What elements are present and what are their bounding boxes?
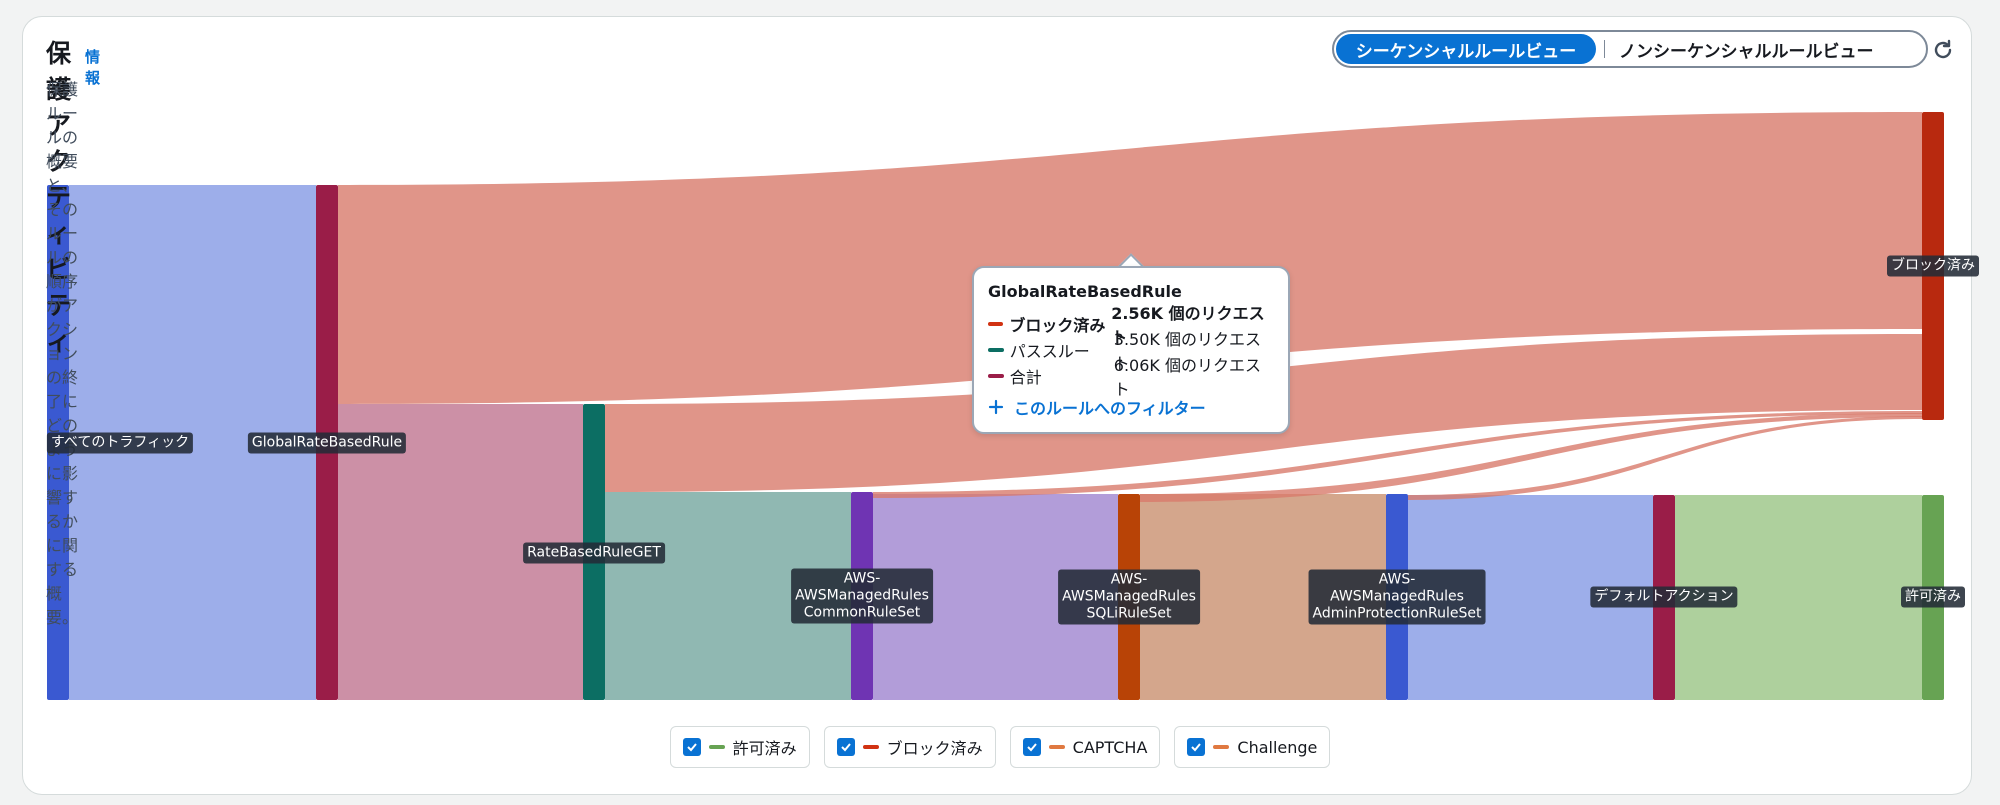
- legend-label: ブロック済み: [886, 739, 983, 758]
- node-label-common: AWS- AWSManagedRules CommonRuleSet: [791, 568, 933, 624]
- refresh-button[interactable]: [1925, 32, 1961, 68]
- legend-item-challenge[interactable]: Challenge: [1174, 726, 1331, 768]
- non-sequential-view-label: ノンシーケンシャルルールビュー: [1619, 41, 1874, 62]
- blocked-swatch: [988, 322, 1004, 326]
- rule-tooltip: GlobalRateBasedRule ブロック済み 2.56K 個のリクエスト…: [972, 266, 1290, 434]
- checkbox-checked-icon[interactable]: [1022, 738, 1041, 756]
- legend-label: CAPTCHA: [1072, 737, 1148, 757]
- flow-admin-to-blocked[interactable]: [1408, 416, 1922, 500]
- checkbox-checked-icon[interactable]: [682, 738, 701, 756]
- tooltip-row-value: 6.06K 個のリクエスト: [1113, 356, 1261, 399]
- legend-swatch: [708, 745, 725, 749]
- filter-label: このルールへのフィルター: [1014, 399, 1206, 418]
- node-label-blocked: ブロック済み: [1887, 255, 1979, 277]
- legend-swatch: [1048, 745, 1065, 749]
- tooltip-row-name: パススルー: [1009, 342, 1090, 361]
- legend: 許可済み ブロック済み CAPTCHA Challenge: [0, 726, 2000, 768]
- node-label-all: すべてのトラフィック: [46, 432, 194, 454]
- checkbox-checked-icon[interactable]: [836, 738, 855, 756]
- info-link[interactable]: 情報: [85, 46, 100, 88]
- node-label-admin: AWS- AWSManagedRules AdminProtectionRuleSe…: [1308, 569, 1486, 625]
- checkbox-checked-icon[interactable]: [1187, 738, 1206, 756]
- tooltip-row-name: ブロック済み: [1009, 316, 1106, 335]
- view-toggle: シーケンシャルルールビュー ノンシーケンシャルルールビュー: [1332, 30, 1928, 68]
- node-label-default: デフォルトアクション: [1590, 586, 1738, 608]
- plus-icon: [988, 399, 1004, 415]
- legend-item-allowed[interactable]: 許可済み: [669, 726, 810, 768]
- non-sequential-view-button[interactable]: ノンシーケンシャルルールビュー: [1596, 34, 1924, 64]
- legend-swatch: [862, 745, 879, 749]
- node-label-global: GlobalRateBasedRule: [247, 432, 407, 454]
- node-label-sqli: AWS- AWSManagedRules SQLiRuleSet: [1058, 569, 1200, 625]
- segment-divider: [1604, 40, 1605, 58]
- node-label-rbget: RateBasedRuleGET: [523, 542, 665, 564]
- tooltip-title: GlobalRateBasedRule: [988, 282, 1182, 301]
- legend-label: 許可済み: [732, 739, 797, 758]
- tooltip-row-total: 合計 6.06K 個のリクエスト: [988, 356, 1274, 399]
- total-swatch: [988, 374, 1004, 378]
- refresh-icon: [1934, 39, 1952, 59]
- passthrough-swatch: [988, 348, 1004, 352]
- page-description: 保護ルールの概要と、そのルールの順序がアクションの終了にどのように影響するかに関…: [46, 80, 79, 627]
- legend-label: Challenge: [1237, 737, 1318, 757]
- node-label-allowed: 許可済み: [1901, 586, 1965, 608]
- tooltip-row-name: 合計: [1009, 368, 1042, 387]
- legend-item-captcha[interactable]: CAPTCHA: [1009, 726, 1161, 768]
- legend-swatch: [1213, 745, 1230, 749]
- legend-item-blocked[interactable]: ブロック済み: [823, 726, 996, 768]
- sequential-view-button[interactable]: シーケンシャルルールビュー: [1336, 34, 1596, 64]
